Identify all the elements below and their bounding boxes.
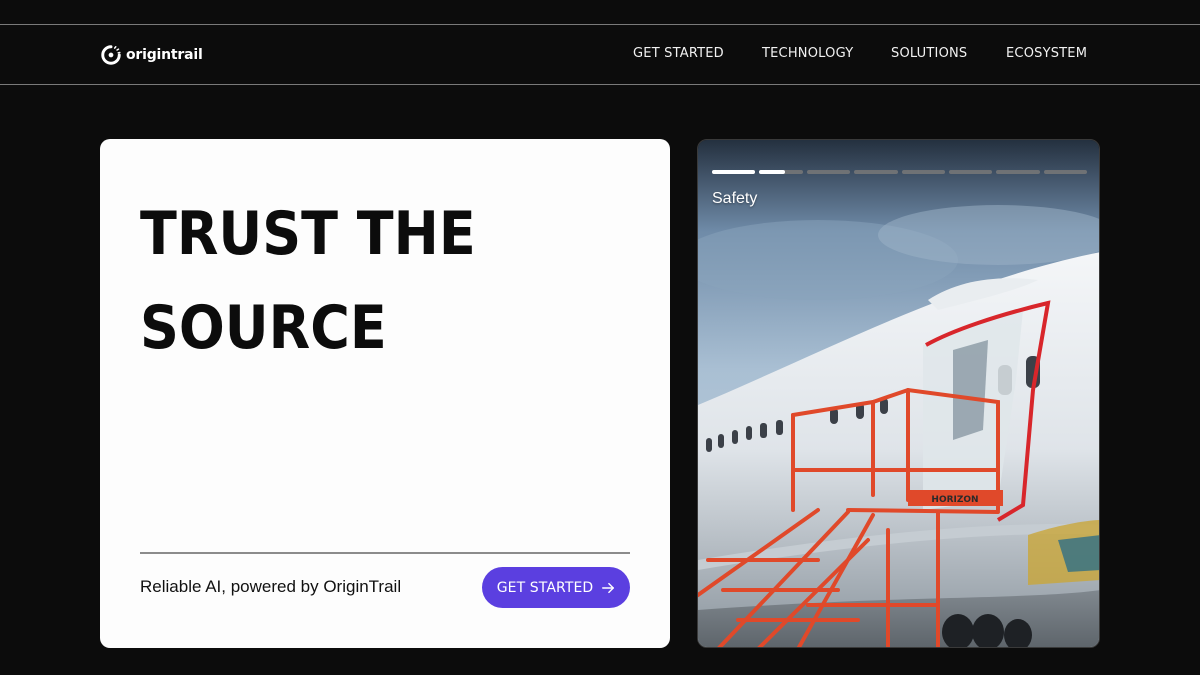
hero-title-line-1: TRUST THE: [140, 199, 476, 269]
nav-get-started[interactable]: GET STARTED: [633, 46, 724, 61]
story-progress-segment[interactable]: [759, 170, 803, 174]
brand-name: origintrail: [126, 47, 203, 63]
story-progress-segment[interactable]: [1043, 170, 1087, 174]
story-progress-segment[interactable]: [854, 170, 898, 174]
story-image: HORIZON: [698, 140, 1099, 647]
story-progress-segment[interactable]: [948, 170, 993, 174]
arrow-right-icon: [602, 582, 615, 593]
nav-technology[interactable]: TECHNOLOGY: [762, 46, 853, 61]
story-progress-segment[interactable]: [996, 170, 1040, 174]
story-progress-fill: [712, 170, 756, 174]
story-progress-segment[interactable]: [712, 170, 756, 174]
hero-title-line-2: SOURCE: [140, 293, 387, 363]
origintrail-logo-icon: [101, 45, 121, 65]
nav-ecosystem[interactable]: ECOSYSTEM: [1006, 46, 1087, 61]
hero-divider: [140, 552, 630, 554]
hero-card: TRUST THE SOURCE Reliable AI, powered by…: [100, 139, 670, 648]
nav-solutions[interactable]: SOLUTIONS: [891, 46, 967, 61]
hero-tagline: Reliable AI, powered by OriginTrail: [140, 577, 402, 596]
get-started-button[interactable]: GET STARTED: [482, 567, 630, 608]
story-progress-segment[interactable]: [806, 170, 851, 174]
brand-logo[interactable]: origintrail: [100, 43, 203, 67]
story-image-text: HORIZON: [931, 495, 978, 505]
story-progress-segment[interactable]: [901, 170, 945, 174]
top-bar: [0, 0, 1200, 25]
story-progress: [712, 170, 1087, 174]
story-progress-fill: [759, 170, 786, 174]
story-viewer[interactable]: HORIZON Safety: [697, 139, 1100, 648]
hero-title: TRUST THE SOURCE: [140, 187, 572, 375]
site-header: origintrail GET STARTED TECHNOLOGY SOLUT…: [0, 26, 1200, 85]
story-label: Safety: [712, 190, 758, 207]
get-started-button-label: GET STARTED: [496, 579, 594, 596]
